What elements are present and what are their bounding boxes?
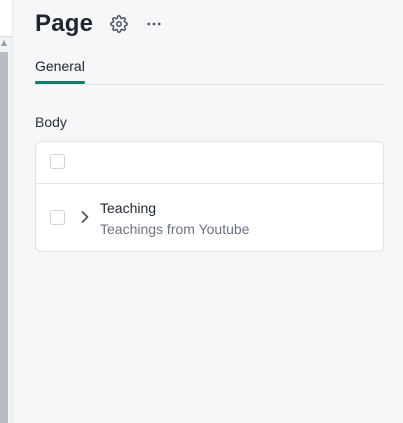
more-options-button[interactable] [142, 12, 166, 36]
settings-button[interactable] [107, 12, 131, 36]
left-sidebar-edge: ▲ [0, 0, 13, 423]
gear-icon [110, 15, 129, 33]
scrollbar-thumb[interactable] [0, 52, 8, 423]
list-item[interactable]: Teaching Teachings from Youtube [36, 184, 383, 251]
page-title: Page [35, 10, 94, 37]
expand-button[interactable] [78, 208, 92, 226]
select-all-checkbox[interactable] [50, 154, 65, 169]
item-title: Teaching [100, 200, 157, 216]
chevron-right-icon [81, 211, 89, 223]
tab-general[interactable]: General [35, 58, 85, 84]
section-label-body: Body [35, 114, 67, 130]
item-checkbox[interactable] [50, 210, 65, 225]
list-header-row [36, 142, 383, 184]
page-header: Page [35, 8, 166, 40]
scroll-up-arrow-icon[interactable]: ▲ [0, 38, 8, 48]
active-tab-indicator [35, 81, 85, 84]
sidebar-top-strip [0, 0, 12, 37]
tab-label: General [35, 58, 85, 74]
tab-bar: General [35, 56, 386, 85]
more-horizontal-icon [147, 22, 161, 26]
body-list-card: Teaching Teachings from Youtube [35, 141, 384, 252]
item-subtitle: Teachings from Youtube [100, 221, 250, 237]
